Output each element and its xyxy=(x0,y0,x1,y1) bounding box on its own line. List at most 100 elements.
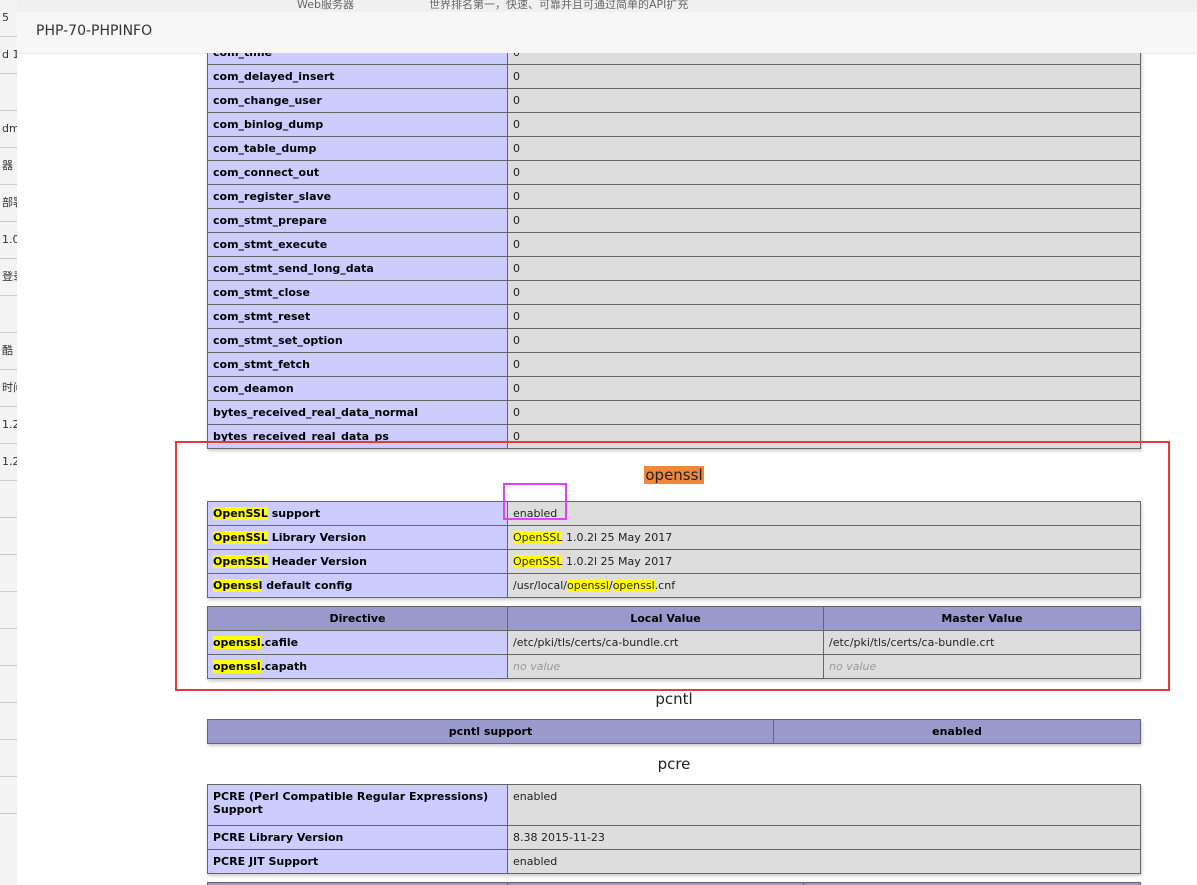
table-row: bytes_received_real_data_normal 0 xyxy=(207,400,1141,425)
stat-value: 0 xyxy=(507,208,1141,233)
table-row: openssl.cafile/etc/pki/tls/certs/ca-bund… xyxy=(207,630,1141,655)
table-row: com_change_user 0 xyxy=(207,88,1141,113)
stat-name: com_delayed_insert xyxy=(207,64,508,89)
stat-name: com_register_slave xyxy=(207,184,508,209)
table-row: PCRE JIT Support enabled xyxy=(207,849,1141,874)
stat-name: com_stmt_reset xyxy=(207,304,508,329)
stat-value: 0 xyxy=(507,376,1141,401)
dialog-body[interactable]: com_time0com_delayed_insert0com_change_u… xyxy=(17,53,1197,885)
table-row: bytes_received_real_data_ps 0 xyxy=(207,424,1141,449)
master-value-text: /etc/pki/tls/certs/ca-bundle.crt xyxy=(829,636,995,649)
stat-value: 0 xyxy=(507,64,1141,89)
openssl-setting-value: enabled xyxy=(507,501,1141,526)
table-row: com_delayed_insert 0 xyxy=(207,64,1141,89)
stat-value: 0 xyxy=(507,53,1141,65)
search-highlight: OpenSSL xyxy=(213,531,268,544)
background-cell: 5 xyxy=(0,0,17,37)
table-row: com_connect_out 0 xyxy=(207,160,1141,185)
background-cell xyxy=(0,740,17,777)
openssl-setting-value: OpenSSL 1.0.2l 25 May 2017 xyxy=(507,549,1141,574)
stat-value: 0 xyxy=(507,328,1141,353)
stat-name: com_stmt_set_option xyxy=(207,328,508,353)
mysqlnd-stats-table: com_time0com_delayed_insert0com_change_u… xyxy=(207,53,1141,449)
table-row: com_binlog_dump 0 xyxy=(207,112,1141,137)
directive-local-value: /etc/pki/tls/certs/ca-bundle.crt xyxy=(507,630,824,655)
setting-value-text: 1.0.2l 25 May 2017 xyxy=(562,531,673,544)
stat-name: com_table_dump xyxy=(207,136,508,161)
table-row: com_time0 xyxy=(207,53,1141,65)
table-row: com_stmt_send_long_data 0 xyxy=(207,256,1141,281)
background-cell xyxy=(0,481,17,518)
table-row: com_stmt_set_option 0 xyxy=(207,328,1141,353)
stat-value: 0 xyxy=(507,112,1141,137)
stat-value: 0 xyxy=(507,280,1141,305)
background-top-text-2: 世界排名第一，快速、可靠并且可通过简单的API扩充 xyxy=(429,0,689,11)
stat-value: 0 xyxy=(507,88,1141,113)
phpinfo-dialog: PHP-70-PHPINFO com_time0com_delayed_inse… xyxy=(17,12,1197,885)
stat-value: 0 xyxy=(507,184,1141,209)
stat-name: com_binlog_dump xyxy=(207,112,508,137)
background-page-top: Web服务器 世界排名第一，快速、可靠并且可通过简单的API扩充 xyxy=(17,0,1197,12)
stat-value: 0 xyxy=(507,232,1141,257)
setting-name-text: default config xyxy=(262,579,353,592)
stat-value: 0 xyxy=(507,304,1141,329)
background-cell xyxy=(0,629,17,666)
table-row: OpenSSL Library Version OpenSSL 1.0.2l 25… xyxy=(207,525,1141,550)
pcre-setting-value: 8.38 2015-11-23 xyxy=(507,825,1141,850)
background-cell xyxy=(0,555,17,592)
pcre-setting-value: enabled xyxy=(507,784,1141,826)
search-highlight: openssl xyxy=(566,579,609,592)
pcre-setting-value: enabled xyxy=(507,849,1141,874)
pcntl-support-label: pcntl support xyxy=(207,719,774,744)
search-highlight: openssl xyxy=(213,636,261,649)
pcntl-section-title[interactable]: pcntl xyxy=(207,679,1141,719)
search-highlight: OpenSSL xyxy=(513,531,563,544)
background-cell: 1.2 xyxy=(0,407,17,444)
table-row: com_register_slave 0 xyxy=(207,184,1141,209)
stat-name: com_change_user xyxy=(207,88,508,113)
stat-name: com_deamon xyxy=(207,376,508,401)
pcntl-support-value: enabled xyxy=(773,719,1141,744)
dialog-header: PHP-70-PHPINFO xyxy=(17,12,1197,54)
setting-name-text: Header Version xyxy=(267,555,367,568)
openssl-section-title[interactable]: openssl xyxy=(207,449,1141,501)
dialog-title: PHP-70-PHPINFO xyxy=(36,23,153,39)
table-row: com_stmt_prepare 0 xyxy=(207,208,1141,233)
pcntl-table: pcntl support enabled xyxy=(207,719,1141,744)
pcre-setting-name: PCRE (Perl Compatible Regular Expression… xyxy=(207,784,508,826)
table-row: com_deamon 0 xyxy=(207,376,1141,401)
path-text: .cnf xyxy=(654,579,676,592)
path-text: /usr/local/ xyxy=(513,579,567,592)
stat-name: com_stmt_close xyxy=(207,280,508,305)
table-row: com_stmt_close 0 xyxy=(207,280,1141,305)
openssl-setting-name: OpenSSL Library Version xyxy=(207,525,508,550)
search-highlight: Openssl xyxy=(213,579,263,592)
search-highlight: openssl xyxy=(213,660,261,673)
stat-value: 0 xyxy=(507,424,1141,449)
stat-name: com_time xyxy=(207,53,508,65)
pcre-setting-name: PCRE Library Version xyxy=(207,825,508,850)
table-row: com_stmt_fetch 0 xyxy=(207,352,1141,377)
pcre-section-title[interactable]: pcre xyxy=(207,744,1141,784)
openssl-setting-value: /usr/local/openssl/openssl.cnf xyxy=(507,573,1141,598)
stat-name: com_stmt_send_long_data xyxy=(207,256,508,281)
background-cell xyxy=(0,777,17,814)
table-row: Openssl default config/usr/local/openssl… xyxy=(207,573,1141,598)
phpinfo-content: com_time0com_delayed_insert0com_change_u… xyxy=(207,53,1141,885)
directive-name: openssl.cafile xyxy=(207,630,508,655)
setting-name-text: support xyxy=(267,507,321,520)
table-row: com_table_dump 0 xyxy=(207,136,1141,161)
openssl-setting-name: OpenSSL Header Version xyxy=(207,549,508,574)
directive-name-text: .capath xyxy=(260,660,308,673)
setting-value-text: 1.0.2l 25 May 2017 xyxy=(562,555,673,568)
table-row: PCRE Library Version 8.38 2015-11-23 xyxy=(207,825,1141,850)
local-value-text: /etc/pki/tls/certs/ca-bundle.crt xyxy=(513,636,679,649)
directive-local-value: no value xyxy=(507,654,824,679)
background-page-strip: 5d 1.0dmi器部署1.0登录酷时间1.21.2 xyxy=(0,0,18,885)
background-cell: 酷 xyxy=(0,333,17,370)
openssl-info-table: OpenSSL support enabled OpenSSL Library Ve… xyxy=(207,501,1141,598)
master-value-text: no value xyxy=(829,660,877,673)
directive-name: openssl.capath xyxy=(207,654,508,679)
openssl-directives-table: Directive Local Value Master Value opens… xyxy=(207,606,1141,679)
background-cell: 1.0 xyxy=(0,222,17,259)
